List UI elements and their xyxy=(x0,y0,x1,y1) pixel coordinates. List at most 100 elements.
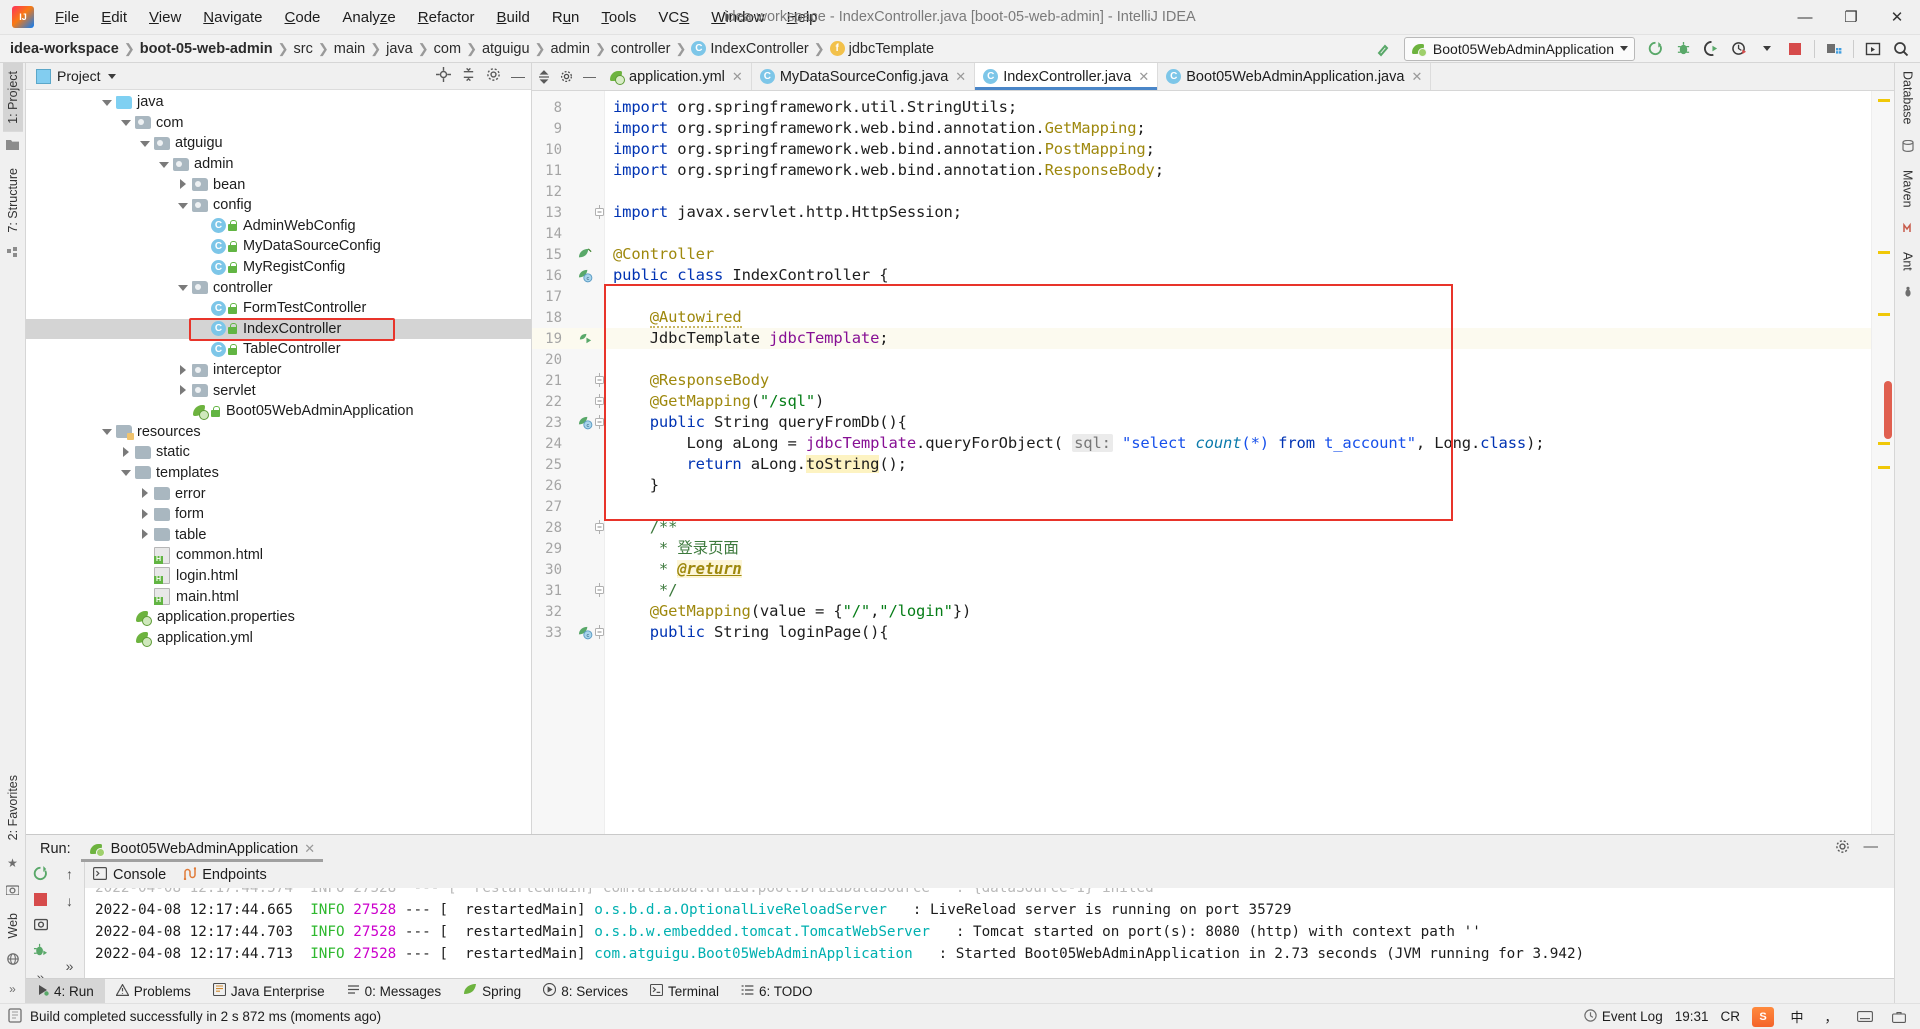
tree-item-static[interactable]: static xyxy=(26,442,531,463)
project-tree[interactable]: javacomatguiguadminbeanconfigCAdminWebCo… xyxy=(26,90,531,834)
tree-item-table[interactable]: table xyxy=(26,524,531,545)
tree-item-application-properties[interactable]: application.properties xyxy=(26,607,531,628)
sidebar-item-ant[interactable]: Ant xyxy=(1898,244,1918,279)
spring-bean-gutter-icon[interactable]: c xyxy=(578,268,594,284)
chevron-down-icon[interactable] xyxy=(159,159,170,170)
chevron-down-icon[interactable] xyxy=(108,74,116,79)
close-icon[interactable]: ✕ xyxy=(732,69,743,85)
close-icon[interactable]: ✕ xyxy=(304,841,315,857)
chevron-right-icon[interactable] xyxy=(178,365,189,376)
code-fold-icon[interactable] xyxy=(595,583,604,600)
attach-debugger-icon[interactable] xyxy=(33,943,48,960)
chevron-right-icon[interactable] xyxy=(140,509,151,520)
tool-window-button-java-enterprise[interactable]: Java Enterprise xyxy=(202,979,336,1003)
tool-window-button-6--todo[interactable]: 6: TODO xyxy=(730,979,824,1003)
sogou-ime-icon[interactable]: S xyxy=(1752,1007,1774,1027)
menu-item-analyze[interactable]: Analyze xyxy=(331,6,406,29)
chevron-right-icon[interactable] xyxy=(121,447,132,458)
menu-item-code[interactable]: Code xyxy=(274,6,332,29)
tree-item-servlet[interactable]: servlet xyxy=(26,380,531,401)
menu-item-edit[interactable]: Edit xyxy=(90,6,138,29)
code-fold-icon[interactable] xyxy=(595,520,604,537)
toolbox-icon[interactable] xyxy=(1888,1007,1910,1027)
scroll-down-icon[interactable]: ↓ xyxy=(66,893,73,909)
code-line[interactable]: public class IndexController { xyxy=(613,265,888,286)
tree-item-controller[interactable]: controller xyxy=(26,277,531,298)
preview-icon[interactable] xyxy=(1860,38,1886,60)
dump-threads-icon[interactable] xyxy=(34,918,48,934)
editor-tab-boot05webadminapplication-java[interactable]: CBoot05WebAdminApplication.java✕ xyxy=(1158,63,1431,90)
tree-item-tablecontroller[interactable]: CTableController xyxy=(26,339,531,360)
breadcrumb-item-boot-05-web-admin[interactable]: boot-05-web-admin xyxy=(140,41,273,57)
close-button[interactable]: ✕ xyxy=(1874,0,1920,34)
chevron-down-icon[interactable] xyxy=(1620,46,1628,51)
hide-panel-icon[interactable]: — xyxy=(511,68,525,84)
tree-item-login-html[interactable]: login.html xyxy=(26,566,531,587)
tool-window-button-8--services[interactable]: 8: Services xyxy=(532,979,639,1003)
code-line[interactable]: import org.springframework.web.bind.anno… xyxy=(613,139,1155,160)
run-configuration-selector[interactable]: Boot05WebAdminApplication xyxy=(1404,37,1635,61)
editor-tab-application-yml[interactable]: application.yml✕ xyxy=(601,63,752,90)
code-line[interactable]: import org.springframework.web.bind.anno… xyxy=(613,118,1146,139)
code-line[interactable]: @GetMapping(value = {"/","/login"}) xyxy=(613,601,971,622)
stop-icon[interactable] xyxy=(34,893,47,909)
gear-icon[interactable] xyxy=(555,63,578,90)
tree-item-indexcontroller[interactable]: CIndexController xyxy=(26,319,531,340)
editor-tabs[interactable]: —application.yml✕CMyDataSourceConfig.jav… xyxy=(532,63,1431,90)
breadcrumb-item-atguigu[interactable]: atguigu xyxy=(482,41,530,57)
menu-item-view[interactable]: View xyxy=(138,6,192,29)
tree-item-main-html[interactable]: main.html xyxy=(26,586,531,607)
code-line[interactable]: import org.springframework.util.StringUt… xyxy=(613,97,1017,118)
tree-item-com[interactable]: com xyxy=(26,113,531,134)
run-config-tab[interactable]: Boot05WebAdminApplication ✕ xyxy=(81,835,323,862)
chevron-right-icon[interactable] xyxy=(140,488,151,499)
main-menu-bar[interactable]: FileEditViewNavigateCodeAnalyzeRefactorB… xyxy=(44,6,829,29)
console-tab-console[interactable]: Console xyxy=(93,867,166,884)
code-fold-icon[interactable] xyxy=(595,394,604,411)
code-line[interactable]: public String loginPage(){ xyxy=(613,622,888,643)
bottom-tool-strip[interactable]: 4: RunProblemsJava Enterprise0: Messages… xyxy=(26,978,1894,1003)
code-line[interactable]: JdbcTemplate jdbcTemplate; xyxy=(613,328,888,349)
close-icon[interactable]: ✕ xyxy=(955,69,966,85)
code-line[interactable]: import org.springframework.web.bind.anno… xyxy=(613,160,1164,181)
code-line[interactable]: @Autowired xyxy=(613,307,742,328)
code-line[interactable]: */ xyxy=(613,580,677,601)
tree-item-admin[interactable]: admin xyxy=(26,154,531,175)
editor-gutter[interactable]: 8910111213141516c17181920212223c24252627… xyxy=(532,91,605,834)
close-icon[interactable]: ✕ xyxy=(1138,69,1149,85)
code-fold-icon[interactable] xyxy=(595,205,604,222)
tree-item-application-yml[interactable]: application.yml xyxy=(26,627,531,648)
sidebar-item-project[interactable]: 1: Project xyxy=(3,63,23,132)
hide-panel-icon[interactable]: — xyxy=(578,63,601,90)
code-area[interactable]: import org.springframework.util.StringUt… xyxy=(605,91,1871,834)
code-fold-icon[interactable] xyxy=(595,415,604,432)
project-structure-icon[interactable] xyxy=(1821,38,1847,60)
tree-item-templates[interactable]: templates xyxy=(26,463,531,484)
stop-icon[interactable] xyxy=(1782,38,1808,60)
editor-marker-bar[interactable] xyxy=(1871,91,1894,834)
chevron-right-icon[interactable] xyxy=(140,529,151,540)
code-line[interactable]: * 登录页面 xyxy=(613,538,739,559)
code-line[interactable]: /** xyxy=(613,517,677,538)
spring-bean-gutter-icon[interactable]: c xyxy=(578,415,594,431)
chevron-right-icon[interactable] xyxy=(178,385,189,396)
spring-bean-gutter-icon[interactable]: c xyxy=(578,625,594,641)
console-tab-endpoints[interactable]: Endpoints xyxy=(182,867,267,884)
tool-window-button-problems[interactable]: Problems xyxy=(105,979,202,1003)
code-line[interactable]: } xyxy=(613,475,659,496)
build-hammer-icon[interactable] xyxy=(1371,38,1397,60)
chevron-down-icon[interactable] xyxy=(178,200,189,211)
collapse-all-icon[interactable] xyxy=(461,67,476,85)
scroll-up-icon[interactable]: ↑ xyxy=(66,866,73,882)
tree-item-resources[interactable]: resources xyxy=(26,422,531,443)
expand-rail-icon[interactable]: » xyxy=(9,982,16,996)
chevron-down-icon[interactable] xyxy=(121,117,132,128)
ime-mode-label[interactable]: 中 xyxy=(1786,1007,1808,1027)
sidebar-item-favorites[interactable]: 2: Favorites xyxy=(3,767,23,848)
code-line[interactable]: @GetMapping("/sql") xyxy=(613,391,824,412)
menu-item-navigate[interactable]: Navigate xyxy=(192,6,273,29)
menu-item-build[interactable]: Build xyxy=(485,6,540,29)
sidebar-item-database[interactable]: Database xyxy=(1898,63,1918,133)
code-line[interactable]: @ResponseBody xyxy=(613,370,769,391)
locate-icon[interactable] xyxy=(436,67,451,85)
